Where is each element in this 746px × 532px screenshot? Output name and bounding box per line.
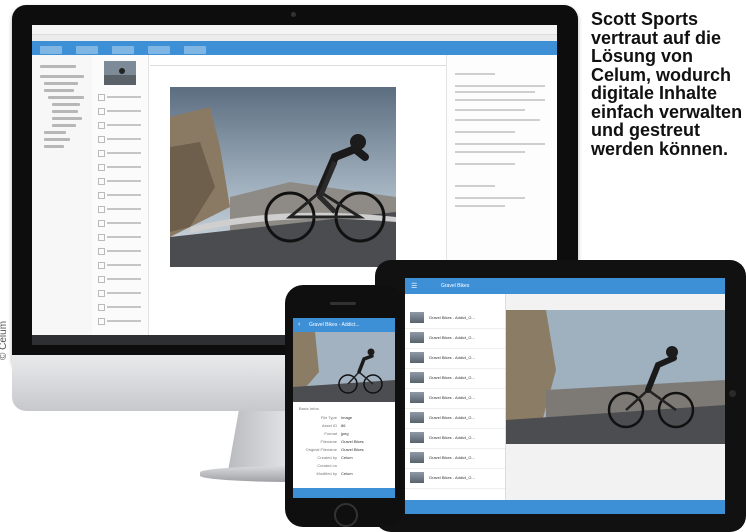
toolbar-tab[interactable] bbox=[76, 46, 98, 54]
field-row: Created by Celum bbox=[317, 455, 353, 460]
meta-row bbox=[455, 85, 545, 87]
field-row: Format jpeg bbox=[324, 431, 349, 436]
toolbar-tab[interactable] bbox=[112, 46, 134, 54]
tree-item[interactable] bbox=[40, 75, 84, 78]
tablet-preview bbox=[506, 294, 725, 500]
list-item[interactable]: Gravel Bikes - Addict_G... bbox=[405, 348, 505, 369]
menu-icon[interactable]: ☰ bbox=[411, 282, 417, 290]
tree-item[interactable] bbox=[52, 117, 82, 120]
list-item[interactable] bbox=[98, 247, 142, 255]
meta-row bbox=[455, 163, 515, 165]
phone-bottom-bar bbox=[293, 488, 395, 498]
tree-item[interactable] bbox=[44, 82, 78, 85]
phone-speaker bbox=[330, 302, 356, 305]
camera-dot bbox=[291, 12, 296, 17]
copyright-credit: © Celum bbox=[0, 320, 9, 360]
meta-row bbox=[455, 91, 535, 93]
phone-header-title: Gravel Bikes - Addict... bbox=[309, 322, 360, 328]
list-item[interactable]: Gravel Bikes - Addict_G... bbox=[405, 328, 505, 349]
tablet-app-screen: ☰ Gravel Bikes Gravel Bikes - Addict_G..… bbox=[405, 278, 725, 514]
list-item[interactable] bbox=[98, 135, 142, 143]
toolbar-tab[interactable] bbox=[184, 46, 206, 54]
list-item[interactable] bbox=[98, 149, 142, 157]
tree-item[interactable] bbox=[52, 103, 80, 106]
field-row: Filename Gravel Bikes bbox=[320, 439, 364, 444]
tablet-home-button[interactable] bbox=[729, 390, 736, 397]
phone-home-button[interactable] bbox=[334, 503, 358, 527]
tablet-header-title: Gravel Bikes bbox=[441, 283, 470, 289]
toolbar-tab[interactable] bbox=[40, 46, 62, 54]
list-item[interactable] bbox=[98, 191, 142, 199]
desktop-toolbar bbox=[32, 41, 557, 55]
list-item[interactable]: Gravel Bikes - Addict_G... bbox=[405, 368, 505, 389]
list-item[interactable] bbox=[98, 177, 142, 185]
list-item[interactable] bbox=[98, 107, 142, 115]
folder-tree-panel bbox=[32, 55, 93, 335]
list-item[interactable] bbox=[98, 121, 142, 129]
tablet-asset-list: Gravel Bikes - Addict_G... Gravel Bikes … bbox=[405, 294, 506, 500]
list-item[interactable] bbox=[98, 303, 142, 311]
list-item[interactable] bbox=[98, 317, 142, 325]
list-item[interactable] bbox=[98, 163, 142, 171]
tree-item[interactable] bbox=[52, 124, 76, 127]
section-label: Basic Infos bbox=[299, 406, 319, 411]
tagline-text: Scott Sports vertraut auf die Lösung von… bbox=[591, 9, 743, 159]
field-row: Created on bbox=[317, 463, 337, 468]
meta-row bbox=[455, 151, 525, 153]
desktop-menubar bbox=[32, 25, 557, 35]
tree-item[interactable] bbox=[44, 145, 64, 148]
list-item[interactable] bbox=[98, 205, 142, 213]
list-item[interactable] bbox=[98, 275, 142, 283]
tree-item[interactable] bbox=[44, 138, 70, 141]
tree-item[interactable] bbox=[44, 131, 66, 134]
meta-row bbox=[455, 131, 515, 133]
phone-app-screen: ‹ Gravel Bikes - Addict... Basic Infos F… bbox=[293, 318, 395, 498]
meta-label bbox=[455, 185, 495, 187]
road-cyclist-photo bbox=[506, 310, 725, 444]
preview-tabs[interactable] bbox=[150, 57, 446, 66]
tree-item[interactable] bbox=[48, 96, 84, 99]
tablet-header: ☰ Gravel Bikes bbox=[405, 278, 725, 294]
toolbar-tab[interactable] bbox=[148, 46, 170, 54]
list-item[interactable] bbox=[98, 261, 142, 269]
list-item[interactable]: Gravel Bikes - Addict_G... bbox=[405, 308, 505, 329]
field-row: Asset ID 86 bbox=[321, 423, 346, 428]
list-item[interactable]: Gravel Bikes - Addict_G... bbox=[405, 388, 505, 409]
road-cyclist-photo bbox=[170, 87, 396, 267]
list-item[interactable]: Gravel Bikes - Addict_G... bbox=[405, 408, 505, 429]
list-item[interactable]: Gravel Bikes - Addict_G... bbox=[405, 428, 505, 449]
meta-row bbox=[455, 99, 545, 101]
field-row: File Type Image bbox=[320, 415, 353, 420]
tablet-bottom-bar bbox=[405, 500, 725, 514]
tree-item[interactable] bbox=[40, 65, 76, 68]
meta-row bbox=[455, 205, 505, 207]
meta-row bbox=[455, 143, 545, 145]
list-item[interactable]: Gravel Bikes - Addict_G... bbox=[405, 448, 505, 469]
meta-label bbox=[455, 73, 495, 75]
field-row: Original Filename Gravel Bikes bbox=[305, 447, 364, 452]
back-icon[interactable]: ‹ bbox=[298, 321, 300, 328]
list-item[interactable] bbox=[98, 219, 142, 227]
list-item[interactable] bbox=[98, 289, 142, 297]
meta-row bbox=[455, 109, 525, 111]
asset-list-panel bbox=[92, 55, 149, 335]
asset-preview-thumb[interactable] bbox=[104, 61, 136, 85]
meta-row bbox=[455, 197, 525, 199]
tree-item[interactable] bbox=[44, 89, 74, 92]
road-cyclist-photo bbox=[293, 332, 395, 402]
list-item[interactable]: Gravel Bikes - Addict_G... bbox=[405, 468, 505, 489]
tree-item[interactable] bbox=[52, 110, 78, 113]
field-row: Modified by Celum bbox=[316, 471, 353, 476]
meta-row bbox=[455, 119, 540, 121]
phone-header: ‹ Gravel Bikes - Addict... bbox=[293, 318, 395, 332]
list-item[interactable] bbox=[98, 233, 142, 241]
list-item[interactable] bbox=[98, 93, 142, 101]
